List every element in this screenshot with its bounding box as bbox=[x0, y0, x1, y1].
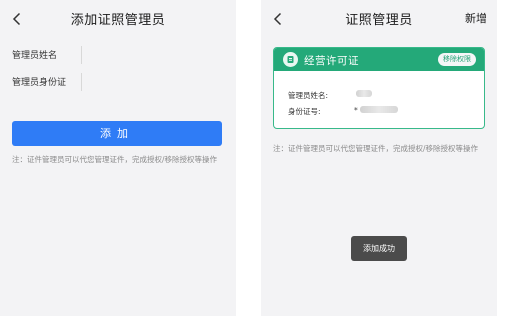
id-number-label: 身份证号: bbox=[288, 107, 321, 116]
remove-permission-button[interactable]: 移除权限 bbox=[438, 53, 476, 66]
divider bbox=[81, 46, 82, 64]
admin-name-input[interactable] bbox=[86, 45, 226, 65]
admin-id-label: 管理员身份证 bbox=[12, 78, 67, 88]
admin-id-input[interactable] bbox=[86, 72, 226, 92]
page-title: 证照管理员 bbox=[345, 13, 413, 28]
admin-name-label: 管理员姓名: bbox=[288, 91, 329, 100]
admin-name-label: 管理员姓名 bbox=[12, 51, 58, 61]
note-text: 注：证件管理员可以代您管理证件，完成授权/移除授权等操作 bbox=[273, 144, 479, 153]
card-title: 经营许可证 bbox=[304, 55, 359, 67]
note-text: 注：证件管理员可以代您管理证件，完成授权/移除授权等操作 bbox=[12, 155, 218, 164]
navbar: 证照管理员 新增 bbox=[261, 0, 497, 38]
admin-id-row: 管理员身份证 bbox=[0, 69, 236, 97]
id-number-prefix: * bbox=[354, 106, 358, 115]
toast-message: 添加成功 bbox=[351, 236, 407, 261]
card-header: 经营许可证 移除权限 bbox=[274, 48, 484, 71]
add-button[interactable]: 添加 bbox=[12, 121, 222, 146]
add-admin-screen: 添加证照管理员 管理员姓名 管理员身份证 添加 注：证件管理员可以代您管理证件，… bbox=[0, 0, 236, 316]
page-title: 添加证照管理员 bbox=[70, 13, 166, 28]
navbar: 添加证照管理员 bbox=[0, 0, 236, 38]
divider bbox=[81, 73, 82, 91]
admin-name-row: 管理员姓名 bbox=[0, 42, 236, 70]
add-new-button[interactable]: 新增 bbox=[465, 10, 487, 26]
license-icon bbox=[283, 52, 298, 67]
license-admin-screen: 证照管理员 新增 经营许可证 移除权限 管理员姓名: 身份证号: * 注：证件管… bbox=[261, 0, 497, 316]
license-card: 经营许可证 移除权限 管理员姓名: 身份证号: * bbox=[273, 47, 485, 129]
blurred-id-number bbox=[360, 106, 398, 113]
blurred-admin-name bbox=[356, 90, 372, 97]
